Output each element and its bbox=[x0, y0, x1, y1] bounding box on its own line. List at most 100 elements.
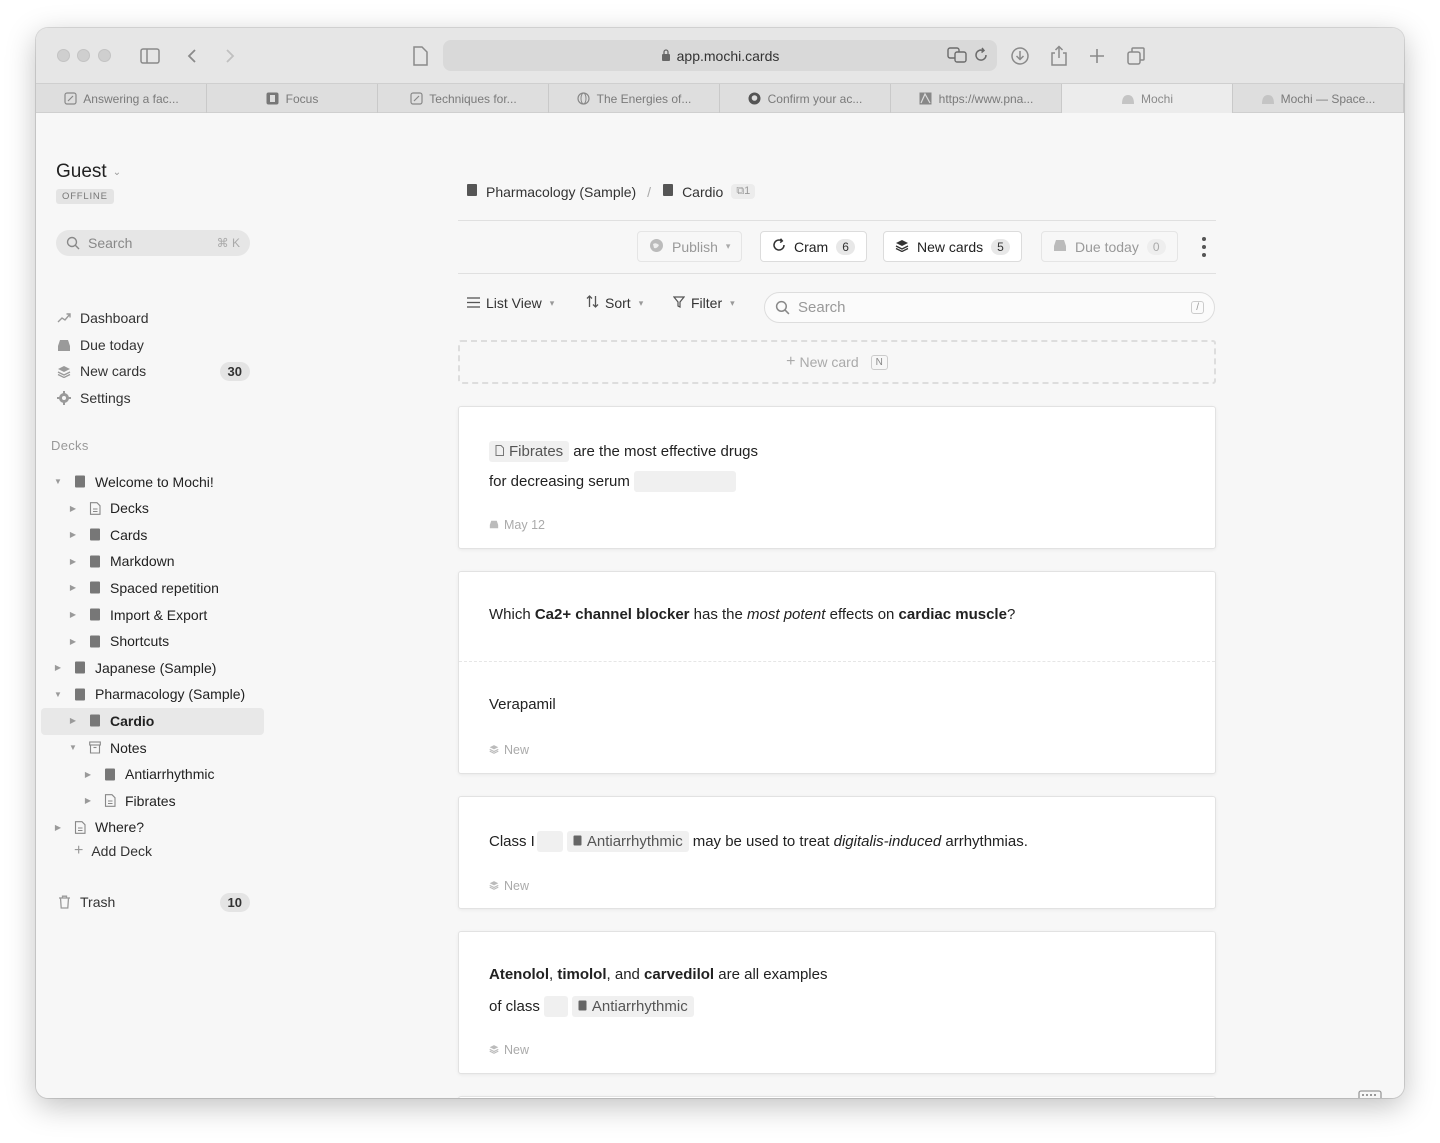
cloze-blank[interactable] bbox=[633, 471, 736, 492]
address-bar[interactable]: app.mochi.cards bbox=[443, 40, 997, 71]
new-cards-button[interactable]: New cards 5 bbox=[883, 231, 1022, 262]
filter-selector[interactable]: Filter ▾ bbox=[672, 295, 735, 311]
caret-right-icon[interactable]: ▶ bbox=[68, 716, 78, 725]
browser-tab[interactable]: Techniques for... bbox=[378, 84, 549, 113]
sort-selector[interactable]: Sort ▾ bbox=[586, 295, 643, 311]
nav-dashboard[interactable]: Dashboard bbox=[56, 306, 250, 330]
browser-tab[interactable]: Answering a fac... bbox=[36, 84, 207, 113]
edit-icon bbox=[409, 92, 423, 106]
forward-icon[interactable] bbox=[216, 42, 244, 70]
card-item[interactable] bbox=[458, 1096, 1216, 1098]
minimize-window-button[interactable] bbox=[77, 49, 90, 62]
browser-tab-bar: Answering a fac... Focus Techniques for...… bbox=[36, 83, 1404, 113]
deck-tree-item[interactable]: ▶ Cardio bbox=[68, 708, 154, 733]
new-tab-icon[interactable] bbox=[1083, 42, 1111, 70]
sidebar-toggle-icon[interactable] bbox=[136, 42, 164, 70]
card-reference[interactable]: Antiarrhythmic bbox=[571, 996, 694, 1017]
deck-tree-item[interactable]: ▶ Antiarrhythmic bbox=[83, 762, 215, 787]
deck-tree-item[interactable]: ▶ Spaced repetition bbox=[68, 575, 219, 600]
search-shortcut-key: / bbox=[1191, 301, 1204, 314]
download-icon[interactable] bbox=[1006, 42, 1034, 70]
cloze-blank[interactable] bbox=[536, 831, 563, 852]
card-item[interactable]: Atenolol, timolol, and carvedilol are al… bbox=[458, 931, 1216, 1074]
cram-button[interactable]: Cram 6 bbox=[760, 231, 867, 262]
plus-icon: + bbox=[786, 353, 796, 370]
caret-right-icon[interactable]: ▶ bbox=[53, 663, 63, 672]
more-options-icon[interactable] bbox=[1198, 237, 1210, 257]
site-icon bbox=[919, 92, 933, 106]
caret-right-icon[interactable]: ▶ bbox=[68, 504, 78, 513]
share-icon[interactable] bbox=[1045, 42, 1073, 70]
deck-tree-label: Cardio bbox=[110, 712, 155, 729]
deck-tree-item[interactable]: ▶ Import & Export bbox=[68, 602, 207, 627]
view-selector[interactable]: List View ▾ bbox=[467, 295, 554, 311]
add-deck-button[interactable]: + Add Deck bbox=[74, 842, 152, 860]
browser-tab[interactable]: Mochi — Space... bbox=[1233, 84, 1404, 113]
deck-tree-item[interactable]: ▶ Fibrates bbox=[83, 788, 176, 813]
close-window-button[interactable] bbox=[57, 49, 70, 62]
translate-icon[interactable] bbox=[947, 46, 967, 67]
nav-due-today[interactable]: Due today bbox=[56, 333, 250, 357]
card-search-input[interactable]: Search / bbox=[764, 292, 1215, 323]
deck-tree-item[interactable]: ▶ Where? bbox=[53, 815, 144, 840]
caret-right-icon[interactable]: ▶ bbox=[68, 610, 78, 619]
publish-button[interactable]: Publish ▾ bbox=[637, 231, 743, 262]
caret-right-icon[interactable]: ▶ bbox=[83, 796, 93, 805]
deck-tree-item[interactable]: ▶ Decks bbox=[68, 496, 149, 521]
caret-right-icon[interactable]: ▶ bbox=[68, 637, 78, 646]
caret-right-icon[interactable]: ▶ bbox=[68, 530, 78, 539]
zoom-window-button[interactable] bbox=[98, 49, 111, 62]
browser-tab[interactable]: https://www.pna... bbox=[891, 84, 1062, 113]
caret-right-icon[interactable]: ▶ bbox=[83, 770, 93, 779]
caret-right-icon[interactable]: ▶ bbox=[53, 823, 63, 832]
card-reference[interactable]: Antiarrhythmic bbox=[566, 831, 689, 852]
deck-tree-item[interactable]: ▼ Pharmacology (Sample) bbox=[53, 682, 245, 707]
caret-down-icon[interactable]: ▼ bbox=[68, 743, 78, 752]
breadcrumb: Pharmacology (Sample) / Cardio ⧉1 bbox=[466, 183, 756, 200]
breadcrumb-current[interactable]: Cardio bbox=[682, 184, 723, 200]
caret-down-icon[interactable]: ▼ bbox=[53, 690, 63, 699]
card-status: New bbox=[504, 743, 530, 757]
nav-settings[interactable]: Settings bbox=[56, 386, 250, 410]
new-card-button[interactable]: + New card N bbox=[458, 340, 1216, 384]
user-menu[interactable]: Guest ⌄ bbox=[56, 161, 121, 183]
due-today-label: Due today bbox=[1075, 238, 1139, 255]
trash-count: 10 bbox=[219, 892, 250, 912]
browser-tab[interactable]: The Energies of... bbox=[549, 84, 720, 113]
card-text-part: are all examples bbox=[714, 966, 828, 983]
deck-tree-item[interactable]: ▶ Japanese (Sample) bbox=[53, 655, 216, 680]
due-today-button[interactable]: Due today 0 bbox=[1041, 231, 1178, 262]
deck-tree-item[interactable]: ▼ Welcome to Mochi! bbox=[53, 469, 214, 494]
caret-down-icon[interactable]: ▼ bbox=[53, 477, 63, 486]
list-icon bbox=[467, 295, 480, 311]
card-item[interactable]: Which Ca2+ channel blocker has the most … bbox=[458, 571, 1216, 774]
card-text-part: are the most effective drugs bbox=[573, 443, 759, 460]
deck-tree-item[interactable]: ▼ Notes bbox=[68, 735, 147, 760]
card-status: New bbox=[504, 1043, 530, 1057]
sidebar-search[interactable]: Search ⌘ K bbox=[56, 230, 250, 256]
nav-new-cards[interactable]: New cards 30 bbox=[56, 359, 250, 383]
tab-overview-icon[interactable] bbox=[1122, 42, 1150, 70]
keyboard-icon[interactable] bbox=[1358, 1090, 1382, 1098]
page-icon[interactable] bbox=[406, 42, 434, 70]
browser-tab[interactable]: Confirm your ac... bbox=[720, 84, 891, 113]
search-icon bbox=[775, 300, 790, 315]
caret-right-icon[interactable]: ▶ bbox=[68, 557, 78, 566]
browser-tab-label: Mochi bbox=[1140, 91, 1173, 106]
card-item[interactable]: Fibrates are the most effective drugs fo… bbox=[458, 406, 1216, 549]
deck-tree-item[interactable]: ▶ Markdown bbox=[68, 549, 175, 574]
nav-trash[interactable]: Trash 10 bbox=[56, 890, 250, 914]
deck-tree-item[interactable]: ▶ Shortcuts bbox=[68, 629, 169, 654]
back-icon[interactable] bbox=[178, 42, 206, 70]
card-reference[interactable]: Fibrates bbox=[489, 441, 570, 462]
browser-tab[interactable]: Mochi bbox=[1062, 84, 1233, 113]
deck-tree-item[interactable]: ▶ Cards bbox=[68, 522, 147, 547]
caret-right-icon[interactable]: ▶ bbox=[68, 583, 78, 592]
browser-tab-label: Confirm your ac... bbox=[767, 91, 863, 106]
reload-icon[interactable] bbox=[973, 46, 989, 67]
browser-titlebar: app.mochi.cards bbox=[36, 28, 1404, 83]
breadcrumb-parent[interactable]: Pharmacology (Sample) bbox=[486, 184, 636, 200]
browser-tab[interactable]: Focus bbox=[207, 84, 378, 113]
card-item[interactable]: Class I Antiarrhythmic may be used to tr… bbox=[458, 796, 1216, 909]
cloze-blank[interactable] bbox=[543, 996, 568, 1017]
